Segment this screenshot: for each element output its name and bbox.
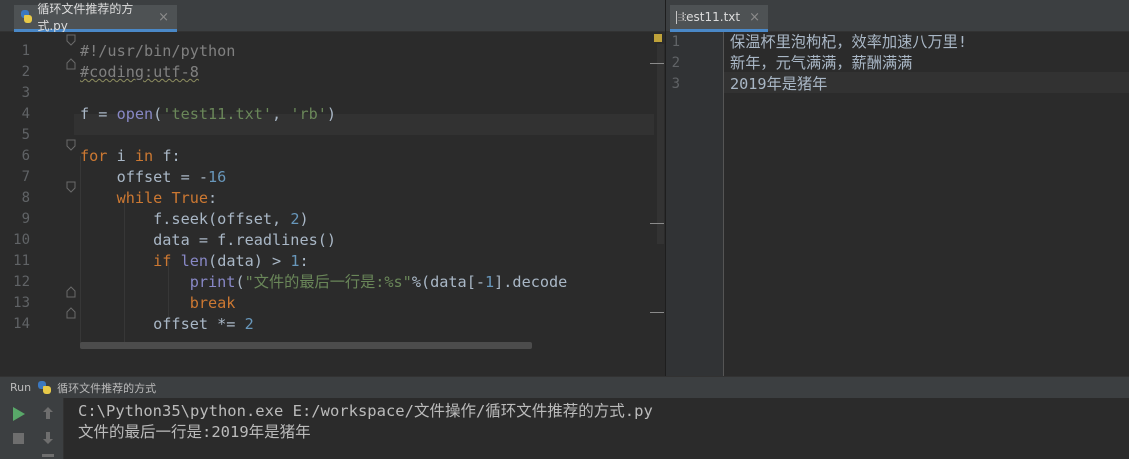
line-number: 7 [21,169,30,185]
tab-python-file[interactable]: 循环文件推荐的方式.py × [14,2,177,33]
code-line: print("文件的最后一行是:%s"%(data[-1].decode [189,273,568,291]
tab-label: test11.txt [681,10,741,24]
text-line: 保温杯里泡枸杞，效率加速八万里! [730,33,967,51]
code-line: data = f.readlines() [80,231,337,249]
code-line: f.seek(offset, 2) [80,210,309,228]
code-line: offset = -16 [80,168,227,186]
console-command: C:\Python35\python.exe E:/workspace/文件操作… [78,402,653,420]
line-number: 10 [13,232,30,248]
tab-text-file[interactable]: test11.txt × [670,5,768,32]
down-arrow-icon[interactable] [42,431,54,445]
run-panel-header: Run 循环文件推荐的方式 [0,376,1129,398]
text-editor[interactable]: 1 保温杯里泡枸杞，效率加速八万里! 2 新年，元气满满，薪酬满满 3 2019年是猪年 [666,32,1129,376]
editor-tab-bar: 循环文件推荐的方式.py × [0,0,665,33]
text-tab-bar: test11.txt × [666,0,1129,32]
run-toolbar [0,398,64,459]
console-output: 文件的最后一行是:2019年是猪年 [78,423,311,441]
fold-markers[interactable] [64,32,78,332]
run-config-name[interactable]: 循环文件推荐的方式 [57,380,156,396]
python-editor[interactable]: 1 #!/usr/bin/python 2 #coding:utf-8 3 4 f = op… [0,32,665,376]
code-line: #coding:utf-8 [80,63,199,81]
rerun-icon[interactable] [12,406,26,422]
close-tab-icon[interactable]: × [749,10,760,25]
line-number: 6 [21,148,30,164]
code-line: while True: [116,189,218,207]
horizontal-scrollbar[interactable] [80,342,532,349]
line-number: 1 [21,43,30,59]
line-number: 11 [13,253,30,269]
code-line: #!/usr/bin/python [80,42,236,60]
line-number: 9 [21,211,30,227]
line-number: 1 [671,34,680,50]
code-line: if len(data) > 1: [153,252,309,270]
stripe-mark [650,312,664,313]
line-number: 12 [13,274,30,290]
line-number: 13 [13,295,30,311]
line-number: 8 [21,190,30,206]
close-tab-icon[interactable]: × [158,10,169,25]
line-number: 5 [21,127,30,143]
code-line: f = open('test11.txt', 'rb') [80,105,337,123]
stripe-mark [650,223,664,224]
line-number: 2 [21,64,30,80]
line-number: 3 [671,76,680,92]
line-number: 4 [21,106,30,122]
up-arrow-icon[interactable] [42,406,54,420]
line-number: 14 [13,316,30,332]
text-line: 2019年是猪年 [730,75,828,93]
line-number: 2 [671,55,680,71]
toolbar-icon[interactable] [42,454,54,457]
code-line: break [189,294,236,312]
stop-icon[interactable] [13,433,24,444]
code-line: offset *= 2 [80,315,254,333]
python-file-icon [37,380,52,395]
text-line: 新年，元气满满，薪酬满满 [730,54,913,72]
run-label: Run [10,381,32,394]
code-line: for i in f: [80,147,181,165]
line-number: 3 [21,85,30,101]
run-console[interactable]: C:\Python35\python.exe E:/workspace/文件操作… [64,398,1129,459]
tab-label: 循环文件推荐的方式.py [37,2,134,33]
python-file-icon [20,10,33,24]
